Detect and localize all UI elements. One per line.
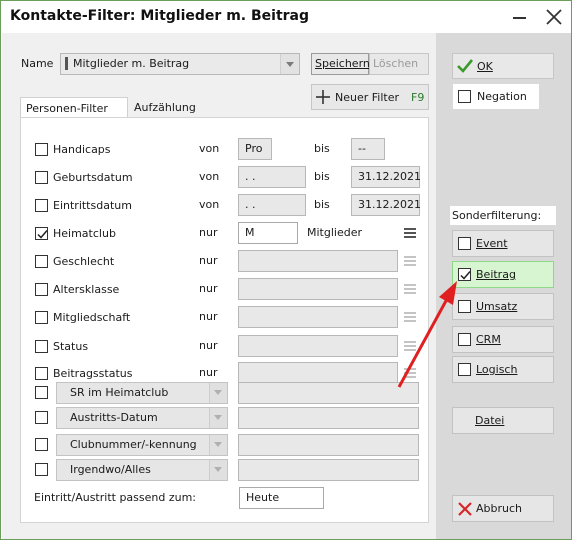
- kontakte-filter-dialog: Kontakte-Filter: Mitglieder m. Beitrag N…: [0, 0, 572, 540]
- annotation-arrow: [397, 281, 457, 388]
